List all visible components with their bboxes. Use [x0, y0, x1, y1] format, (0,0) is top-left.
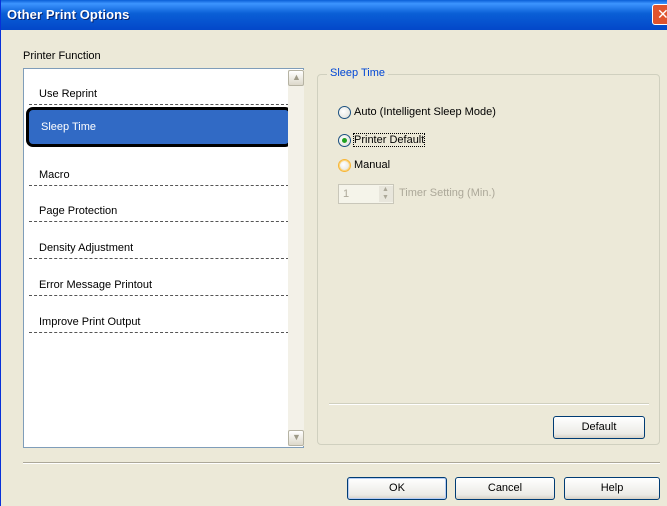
- close-button[interactable]: ✕: [652, 4, 667, 25]
- radio-auto-label: Auto (Intelligent Sleep Mode): [354, 106, 496, 118]
- list-item-improve-print-output[interactable]: Improve Print Output: [29, 297, 289, 333]
- scroll-up-button[interactable]: ▲: [288, 70, 304, 86]
- chevron-up-icon: ▲: [292, 72, 301, 82]
- timer-spin-buttons[interactable]: ▲ ▼: [379, 186, 393, 202]
- window-title: Other Print Options: [7, 7, 130, 22]
- list-scrollbar[interactable]: ▲ ▼: [288, 70, 304, 446]
- chevron-down-icon: ▼: [382, 194, 389, 201]
- help-button[interactable]: Help: [564, 477, 660, 500]
- list-item-page-protection[interactable]: Page Protection: [29, 186, 289, 222]
- radio-manual-label: Manual: [354, 159, 391, 171]
- chevron-up-icon: ▲: [382, 186, 389, 193]
- dialog-window: Other Print Options ✕ Printer Function U…: [0, 0, 667, 506]
- list-item-sleep-time[interactable]: Sleep Time: [26, 107, 292, 147]
- timer-spinbox[interactable]: 1 ▲ ▼: [338, 184, 394, 204]
- timer-value: 1: [343, 188, 350, 200]
- list-item-use-reprint[interactable]: Use Reprint: [29, 69, 289, 105]
- printer-function-list[interactable]: Use Reprint Sleep Time Macro Page Protec…: [23, 68, 304, 448]
- divider: [23, 462, 660, 464]
- radio-button-icon[interactable]: [338, 134, 351, 147]
- ok-button[interactable]: OK: [347, 477, 447, 500]
- title-bar[interactable]: Other Print Options ✕: [1, 0, 667, 30]
- list-item-macro[interactable]: Macro: [29, 150, 289, 186]
- list-item-label: Density Adjustment: [39, 242, 134, 254]
- sleep-time-group: [317, 74, 660, 445]
- cancel-button[interactable]: Cancel: [455, 477, 555, 500]
- scroll-down-button[interactable]: ▼: [288, 430, 304, 446]
- list-item-label: Improve Print Output: [39, 316, 141, 328]
- chevron-down-icon: ▼: [292, 432, 301, 442]
- list-item-label: Macro: [39, 169, 70, 181]
- printer-function-label: Printer Function: [23, 50, 101, 62]
- default-button[interactable]: Default: [553, 416, 645, 439]
- list-item-label: Page Protection: [39, 205, 118, 217]
- close-icon: ✕: [657, 6, 667, 22]
- divider: [329, 403, 649, 405]
- radio-button-icon[interactable]: [338, 159, 351, 172]
- list-item-density-adjustment[interactable]: Density Adjustment: [29, 223, 289, 259]
- list-item-label: Use Reprint: [39, 88, 98, 100]
- timer-setting-label: Timer Setting (Min.): [399, 187, 496, 199]
- radio-button-icon[interactable]: [338, 106, 351, 119]
- list-item-label: Error Message Printout: [39, 279, 153, 291]
- radio-printer-default-label: Printer Default: [352, 133, 426, 147]
- sleep-time-legend: Sleep Time: [327, 67, 389, 79]
- list-item-label: Sleep Time: [41, 121, 97, 133]
- list-item-error-message-printout[interactable]: Error Message Printout: [29, 260, 289, 296]
